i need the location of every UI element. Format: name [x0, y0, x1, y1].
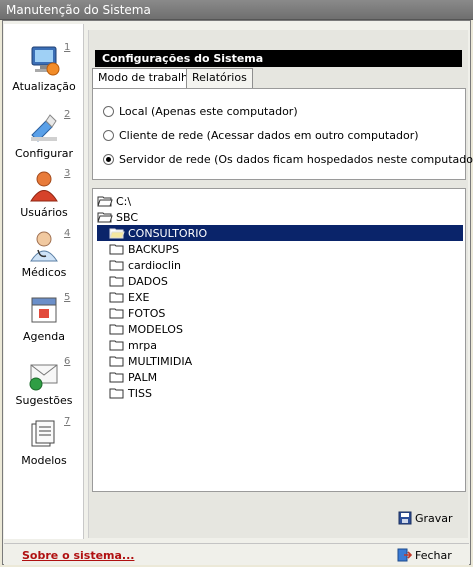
tree-node-label: MODELOS: [128, 322, 183, 336]
tree-node-palm[interactable]: PALM: [109, 369, 157, 385]
doctor-icon: [30, 231, 58, 262]
tree-node-multimidia[interactable]: MULTIMIDIA: [109, 353, 192, 369]
tree-node-label: SBC: [116, 210, 139, 224]
folder-open-icon: [97, 196, 113, 207]
tree-node-label: EXE: [128, 290, 150, 304]
sidebar-item-usuarios[interactable]: 3 Usuários: [4, 168, 84, 219]
tree-node-modelos[interactable]: MODELOS: [109, 321, 183, 337]
sidebar-item-number: 6: [64, 356, 71, 367]
radio-label: Servidor de rede (Os dados ficam hospeda…: [119, 153, 473, 166]
radio-cliente-de-rede[interactable]: Cliente de rede (Acessar dados em outro …: [103, 129, 419, 142]
tree-node-label: PALM: [128, 370, 158, 384]
tree-node-mrpa[interactable]: mrpa: [109, 337, 157, 353]
folder-open-icon: [97, 212, 113, 223]
mode-options-panel: Local (Apenas este computador) Cliente d…: [92, 88, 473, 180]
folder-icon: [109, 260, 124, 271]
tree-node-label: C:\: [116, 194, 132, 208]
sidebar-item-label: Modelos: [21, 454, 67, 467]
sidebar-item-number: 5: [64, 292, 71, 303]
section-title: Configurações do Sistema: [95, 50, 462, 67]
document-template-icon: [31, 420, 55, 447]
folder-icon: [109, 340, 124, 351]
radio-button[interactable]: [103, 154, 114, 165]
sidebar-item-label: Usuários: [20, 206, 68, 219]
tree-node-exe[interactable]: EXE: [109, 289, 149, 305]
calendar-icon: [31, 297, 57, 323]
tree-node-fotos[interactable]: FOTOS: [109, 305, 165, 321]
window-title: Manutenção do Sistema: [0, 0, 473, 20]
sidebar-item-label: Agenda: [23, 330, 65, 343]
radio-local[interactable]: Local (Apenas este computador): [103, 105, 298, 118]
radio-label: Local (Apenas este computador): [119, 105, 298, 118]
radio-servidor-de-rede[interactable]: Servidor de rede (Os dados ficam hospeda…: [103, 153, 473, 166]
radio-button[interactable]: [103, 106, 114, 117]
sidebar-item-label: Atualização: [12, 80, 76, 93]
folder-icon: [109, 292, 124, 303]
folder-icon: [109, 324, 124, 335]
folder-icon: [109, 372, 124, 383]
configure-icon: [31, 114, 57, 142]
tree-node-label: DADOS: [128, 274, 168, 288]
folder-tree[interactable]: C:\ SBC CONSULTORIO BACKUPS cardioclin D…: [92, 188, 466, 492]
sidebar: 1 Atualização 2 Configurar 3 Usuários 4: [4, 24, 84, 539]
sidebar-item-atualizacao[interactable]: 1 Atualização: [4, 42, 84, 93]
tree-node-sbc[interactable]: SBC: [97, 209, 138, 225]
tree-node-consultorio[interactable]: CONSULTORIO: [97, 225, 463, 241]
folder-icon: [109, 308, 124, 319]
tree-node-label: cardioclin: [128, 258, 182, 272]
radio-button[interactable]: [103, 130, 114, 141]
close-button[interactable]: Fechar: [396, 547, 452, 563]
sidebar-item-number: 7: [64, 416, 71, 427]
folder-open-icon: [109, 228, 125, 239]
sidebar-item-label: Sugestões: [15, 394, 73, 407]
tree-node-label: BACKUPS: [128, 242, 180, 256]
folder-icon: [109, 388, 124, 399]
tree-node-label: FOTOS: [128, 306, 166, 320]
sidebar-item-number: 1: [64, 42, 71, 53]
user-icon: [30, 171, 58, 202]
folder-icon: [109, 276, 124, 287]
sidebar-item-medicos[interactable]: 4 Médicos: [4, 228, 84, 279]
sidebar-item-modelos[interactable]: 7 Modelos: [4, 416, 84, 467]
envelope-icon: [29, 364, 58, 391]
sidebar-item-label: Médicos: [21, 266, 67, 279]
tree-node-tiss[interactable]: TISS: [109, 385, 152, 401]
sidebar-item-number: 3: [64, 168, 71, 179]
tree-node-cardioclin[interactable]: cardioclin: [109, 257, 181, 273]
sidebar-item-label: Configurar: [14, 147, 74, 160]
tree-node-label: MULTIMIDIA: [128, 354, 193, 368]
folder-icon: [109, 244, 124, 255]
about-link[interactable]: Sobre o sistema...: [22, 549, 134, 562]
status-bar: Sobre o sistema... Fechar: [4, 543, 469, 565]
tab-modo-de-trabalho[interactable]: Modo de trabalho: [92, 68, 201, 89]
tree-node-dados[interactable]: DADOS: [109, 273, 168, 289]
save-button-label: Gravar: [415, 511, 453, 525]
tree-node-c-drive[interactable]: C:\: [97, 193, 131, 209]
sidebar-item-number: 4: [64, 228, 71, 239]
sidebar-item-sugestoes[interactable]: 6 Sugestões: [4, 356, 84, 407]
folder-icon: [109, 356, 124, 367]
tree-node-label: CONSULTORIO: [128, 226, 208, 240]
radio-label: Cliente de rede (Acessar dados em outro …: [119, 129, 419, 142]
sidebar-item-configurar[interactable]: 2 Configurar: [4, 109, 84, 160]
save-button[interactable]: Gravar: [398, 511, 453, 525]
floppy-disk-icon: [398, 511, 412, 525]
tab-relatorios[interactable]: Relatórios: [186, 68, 253, 88]
tree-node-backups[interactable]: BACKUPS: [109, 241, 179, 257]
sidebar-item-number: 2: [64, 109, 71, 120]
monitor-update-icon: [31, 46, 60, 76]
tree-node-label: TISS: [128, 386, 152, 400]
exit-door-icon: [397, 548, 412, 562]
sidebar-item-agenda[interactable]: 5 Agenda: [4, 292, 84, 343]
close-button-label: Fechar: [415, 548, 452, 562]
tree-node-label: mrpa: [128, 338, 157, 352]
